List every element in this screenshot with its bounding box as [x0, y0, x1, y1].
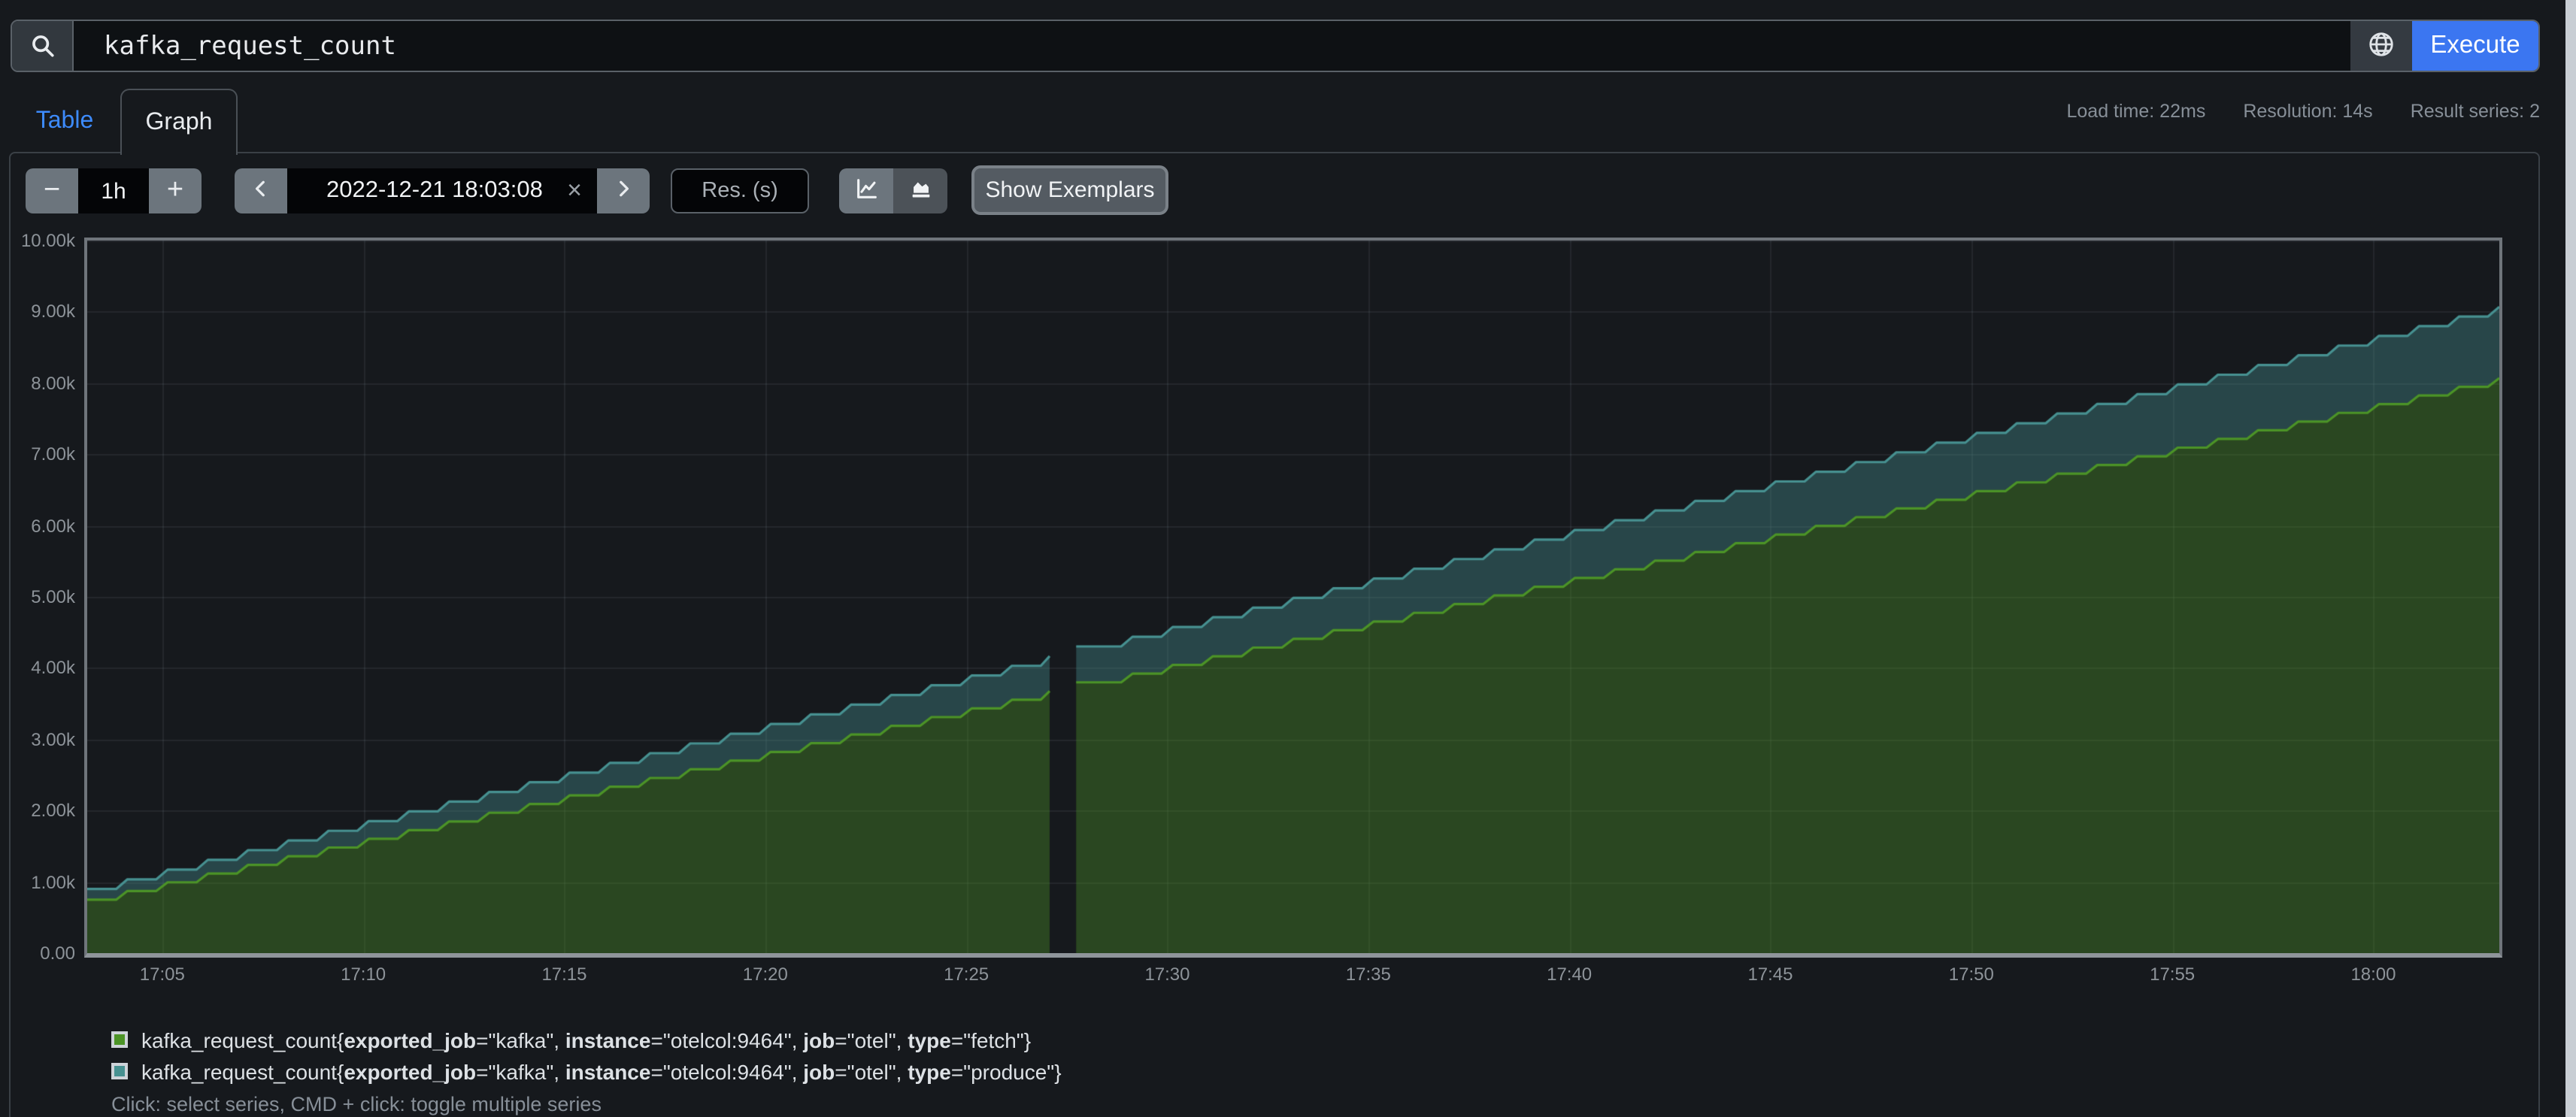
- y-axis-label: 6.00k: [0, 515, 75, 536]
- legend-series-name: kafka_request_count{exported_job="kafka"…: [141, 1059, 1062, 1083]
- x-axis-label: 17:50: [1923, 964, 2020, 985]
- legend-item[interactable]: kafka_request_count{exported_job="kafka"…: [111, 1055, 1062, 1087]
- time-control: 2022-12-21 18:03:08 ×: [235, 168, 650, 213]
- range-input[interactable]: 1h: [78, 168, 149, 213]
- metrics-explorer-button[interactable]: [2350, 21, 2412, 71]
- result-series: Result series: 2: [2411, 101, 2540, 122]
- y-axis-label: 3.00k: [0, 729, 75, 750]
- area-chart-icon: [908, 176, 933, 206]
- y-axis-label: 8.00k: [0, 373, 75, 394]
- scrollbar[interactable]: [2565, 0, 2576, 1117]
- clear-time-icon[interactable]: ×: [555, 176, 582, 206]
- prometheus-expression-browser: Execute Load time: 22ms Resolution: 14s …: [0, 0, 2576, 1117]
- x-axis-label: 18:00: [2325, 964, 2421, 985]
- query-stats: Load time: 22ms Resolution: 14s Result s…: [2067, 101, 2541, 122]
- query-input[interactable]: [74, 21, 2350, 71]
- x-axis-label: 17:55: [2124, 964, 2220, 985]
- execute-button[interactable]: Execute: [2412, 21, 2538, 71]
- legend-swatch: [111, 1031, 128, 1048]
- line-chart-icon: [853, 176, 879, 206]
- x-axis-label: 17:15: [516, 964, 612, 985]
- resolution-input[interactable]: [671, 168, 809, 213]
- tab-graph[interactable]: Graph: [120, 89, 238, 155]
- y-axis-label: 10.00k: [0, 230, 75, 251]
- x-axis-label: 17:35: [1320, 964, 1417, 985]
- time-back-button[interactable]: [235, 168, 287, 213]
- chevron-left-icon: [251, 174, 271, 207]
- y-axis-label: 4.00k: [0, 658, 75, 679]
- x-axis-label: 17:45: [1722, 964, 1818, 985]
- time-forward-button[interactable]: [597, 168, 650, 213]
- x-axis-label: 17:40: [1521, 964, 1617, 985]
- legend: kafka_request_count{exported_job="kafka"…: [111, 1024, 1062, 1087]
- decrease-range-button[interactable]: −: [26, 168, 78, 213]
- line-chart-button[interactable]: [839, 168, 893, 213]
- increase-range-button[interactable]: +: [149, 168, 202, 213]
- show-exemplars-button[interactable]: Show Exemplars: [971, 165, 1168, 215]
- y-axis-label: 1.00k: [0, 871, 75, 892]
- y-axis-label: 2.00k: [0, 800, 75, 821]
- globe-icon: [2367, 29, 2396, 62]
- y-axis-label: 0.00: [0, 943, 75, 964]
- y-axis-label: 7.00k: [0, 443, 75, 465]
- x-axis-label: 17:10: [315, 964, 411, 985]
- legend-swatch: [111, 1063, 128, 1079]
- x-axis-label: 17:20: [717, 964, 814, 985]
- y-axis-label: 9.00k: [0, 301, 75, 322]
- graph-plot-area[interactable]: [84, 238, 2502, 958]
- load-time: Load time: 22ms: [2067, 101, 2206, 122]
- legend-item[interactable]: kafka_request_count{exported_job="kafka"…: [111, 1024, 1062, 1055]
- x-axis-label: 17:30: [1119, 964, 1215, 985]
- resolution: Resolution: 14s: [2243, 101, 2372, 122]
- chart-canvas[interactable]: [87, 241, 2499, 953]
- tab-table[interactable]: Table: [9, 89, 120, 153]
- search-icon: [12, 21, 74, 71]
- chart-type-toggle: [839, 168, 947, 213]
- legend-series-name: kafka_request_count{exported_job="kafka"…: [141, 1028, 1031, 1052]
- x-axis-label: 17:05: [114, 964, 211, 985]
- datetime-value: 2022-12-21 18:03:08: [326, 177, 543, 204]
- stacked-chart-button[interactable]: [893, 168, 947, 213]
- range-control: − 1h +: [26, 168, 202, 213]
- legend-hint: Click: select series, CMD + click: toggl…: [111, 1093, 602, 1115]
- chevron-right-icon: [614, 174, 633, 207]
- query-bar: Execute: [11, 20, 2540, 72]
- datetime-input[interactable]: 2022-12-21 18:03:08 ×: [287, 168, 597, 213]
- x-axis-label: 17:25: [918, 964, 1014, 985]
- y-axis-label: 5.00k: [0, 586, 75, 607]
